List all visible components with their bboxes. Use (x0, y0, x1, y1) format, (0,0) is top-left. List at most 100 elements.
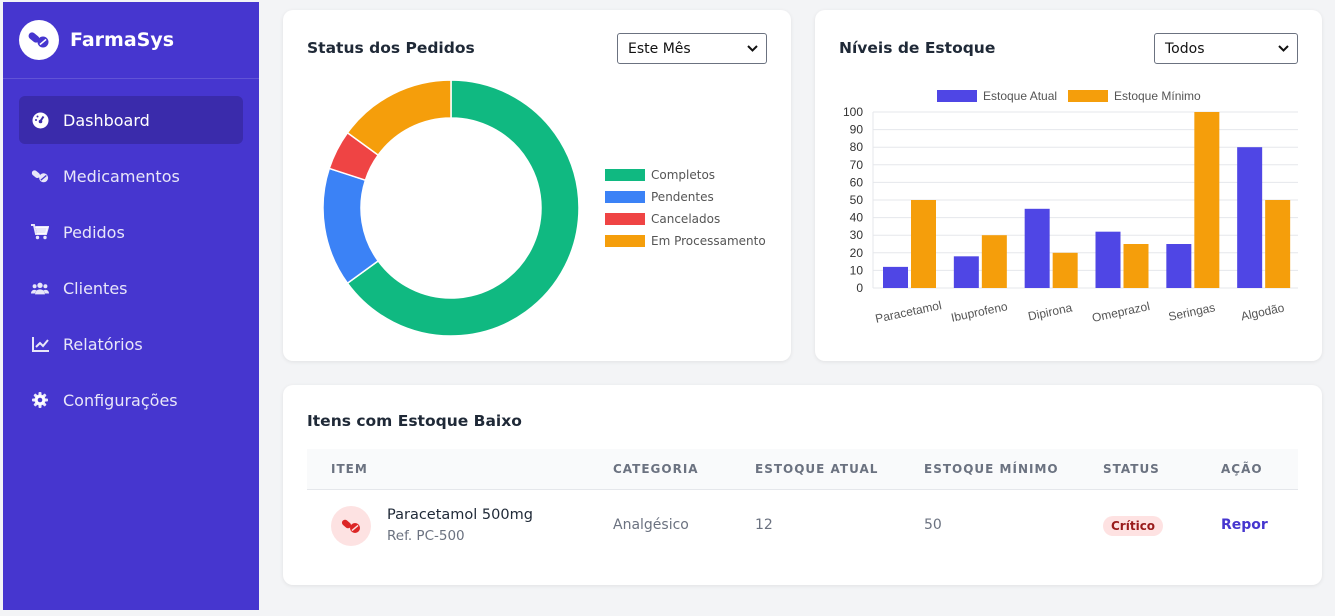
sidebar-nav: Dashboard Medicamentos Pedidos Clientes … (3, 79, 259, 424)
stock-levels-card: Níveis de Estoque Todos Estoque Atual Est… (815, 10, 1322, 361)
orders-status-title: Status dos Pedidos (307, 39, 475, 57)
brand: FarmaSys (3, 2, 259, 79)
sidebar-item-label: Dashboard (63, 110, 150, 130)
item-name: Paracetamol 500mg (387, 507, 533, 523)
legend-swatch (605, 169, 645, 181)
item-ref: Ref. PC-500 (387, 528, 465, 544)
item-minimum-stock: 50 (924, 517, 942, 533)
legend-label: Estoque Atual (983, 89, 1057, 103)
sidebar-item-label: Medicamentos (63, 166, 180, 186)
legend-swatch (937, 90, 977, 102)
legend-label: Em Processamento (651, 234, 766, 248)
sidebar-item-relatorios[interactable]: Relatórios (19, 320, 243, 368)
bar-current (1166, 244, 1192, 288)
donut-slice-em-processamento (346, 79, 452, 157)
sidebar-item-label: Relatórios (63, 334, 143, 354)
chevron-down-icon (1278, 45, 1289, 52)
y-tick-label: 90 (850, 123, 864, 137)
brand-name: FarmaSys (70, 29, 175, 51)
col-header-estoque-atual: ESTOQUE ATUAL (755, 462, 879, 476)
bar-minimum (1194, 112, 1220, 288)
low-stock-table-header: ITEM CATEGORIA ESTOQUE ATUAL ESTOQUE MÍN… (307, 449, 1298, 490)
y-tick-label: 70 (850, 158, 864, 172)
orders-period-value: Este Mês (628, 40, 691, 57)
cart-icon (31, 223, 49, 241)
legend-swatch (1068, 90, 1108, 102)
x-tick-label: Paracetamol (874, 298, 943, 326)
bar-current (1024, 208, 1050, 288)
stock-filter-value: Todos (1165, 40, 1205, 57)
sidebar-item-label: Clientes (63, 278, 128, 298)
chevron-down-icon (747, 45, 758, 52)
sidebar-item-label: Configurações (63, 390, 178, 410)
stock-bar-chart: Estoque Atual Estoque Mínimo 0 10 20 30 40 50 60… (843, 89, 1298, 326)
status-badge: Crítico (1103, 516, 1164, 536)
x-tick-label: Dipirona (1027, 300, 1074, 323)
col-header-item: ITEM (331, 462, 368, 476)
x-tick-label: Algodão (1240, 301, 1286, 324)
legend-label: Cancelados (651, 212, 721, 226)
x-tick-label: Omeprazol (1091, 299, 1151, 325)
low-stock-card: Itens com Estoque Baixo ITEM CATEGORIA E… (283, 385, 1322, 585)
pills-logo-icon (19, 20, 59, 60)
pills-icon (331, 506, 371, 546)
sidebar-item-dashboard[interactable]: Dashboard (19, 96, 243, 144)
legend-swatch (605, 191, 645, 203)
legend-swatch (605, 213, 645, 225)
users-icon (31, 279, 49, 297)
y-tick-label: 0 (856, 281, 863, 295)
bar-current (953, 256, 979, 288)
legend-item[interactable]: Cancelados (605, 212, 720, 226)
sidebar-item-pedidos[interactable]: Pedidos (19, 208, 243, 256)
chart-line-icon (31, 335, 49, 353)
item-category: Analgésico (613, 517, 689, 533)
orders-doughnut-chart (322, 79, 580, 337)
restock-link[interactable]: Repor (1221, 517, 1268, 533)
bar-current (1095, 231, 1121, 288)
sidebar: FarmaSys Dashboard Medicamentos Pedidos … (3, 2, 259, 610)
table-row: Paracetamol 500mg Ref. PC-500 Analgésico… (307, 490, 1298, 562)
sidebar-item-label: Pedidos (63, 222, 125, 242)
bar-minimum (911, 200, 936, 288)
bar-minimum (1052, 252, 1078, 288)
legend-item[interactable]: Completos (605, 168, 715, 182)
y-tick-label: 30 (850, 228, 864, 242)
sidebar-item-clientes[interactable]: Clientes (19, 264, 243, 312)
stock-levels-title: Níveis de Estoque (839, 39, 996, 57)
bar-current (1237, 147, 1263, 288)
dashboard-icon (31, 111, 49, 129)
pills-icon (31, 167, 49, 185)
legend-item[interactable]: Pendentes (605, 190, 714, 204)
orders-status-card: Status dos Pedidos Este Mês Completos Pen… (283, 10, 791, 361)
legend-item[interactable]: Em Processamento (605, 234, 766, 248)
y-tick-label: 50 (850, 193, 864, 207)
stock-filter-select[interactable]: Todos (1154, 33, 1298, 64)
bar-minimum (1123, 244, 1149, 288)
bar-minimum (1265, 200, 1291, 288)
y-tick-label: 100 (843, 105, 863, 119)
x-tick-label: Seringas (1167, 300, 1216, 324)
gear-icon (31, 391, 49, 409)
col-header-categoria: CATEGORIA (613, 462, 699, 476)
y-tick-label: 40 (850, 211, 864, 225)
low-stock-title: Itens com Estoque Baixo (307, 412, 522, 430)
sidebar-item-configuracoes[interactable]: Configurações (19, 376, 243, 424)
item-current-stock: 12 (755, 517, 773, 533)
donut-slice-pendentes (322, 167, 380, 285)
y-tick-label: 20 (850, 246, 864, 260)
sidebar-item-medicamentos[interactable]: Medicamentos (19, 152, 243, 200)
bar-minimum (981, 235, 1007, 288)
legend-label: Pendentes (651, 190, 714, 204)
y-tick-label: 80 (850, 140, 864, 154)
orders-period-select[interactable]: Este Mês (617, 33, 767, 64)
y-tick-label: 60 (850, 175, 864, 189)
legend-label: Completos (651, 168, 716, 182)
legend-swatch (605, 235, 645, 247)
x-tick-label: Ibuprofeno (950, 299, 1009, 325)
bar-current (883, 266, 908, 288)
y-tick-label: 10 (850, 263, 864, 277)
col-header-status: STATUS (1103, 462, 1160, 476)
col-header-acao: AÇÃO (1221, 462, 1263, 476)
col-header-estoque-minimo: ESTOQUE MÍNIMO (924, 462, 1059, 476)
legend-label: Estoque Mínimo (1114, 89, 1201, 103)
